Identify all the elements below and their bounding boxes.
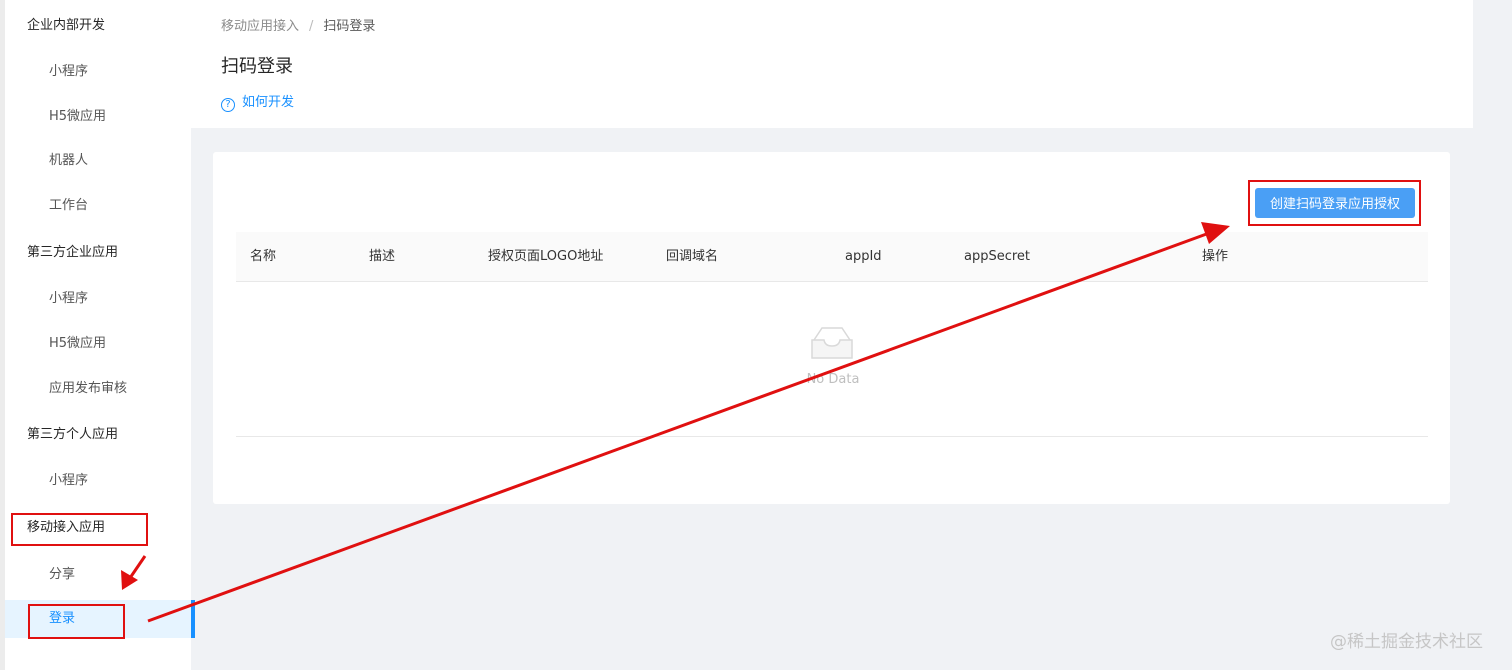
annotation-arrows — [121, 222, 1230, 623]
arrow-login-to-create-button — [147, 222, 1230, 623]
watermark: @稀土掘金技术社区 — [1330, 632, 1483, 652]
arrow-to-sidebar-group — [121, 555, 147, 590]
